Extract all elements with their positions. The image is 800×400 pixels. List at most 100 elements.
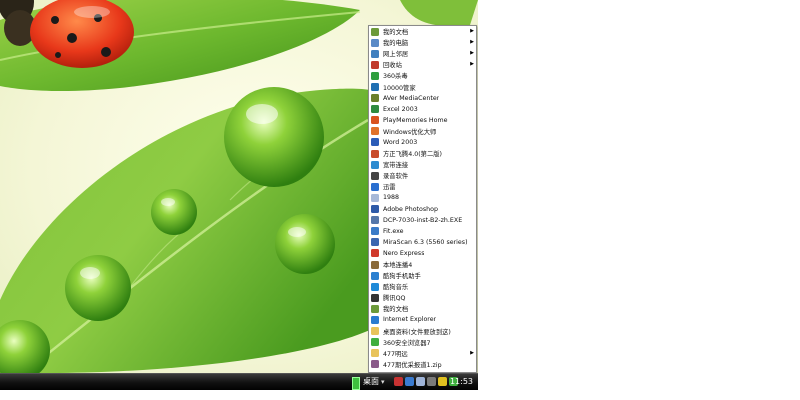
menu-item-label: 477期优采报道1.zip (383, 361, 442, 369)
menu-item-label: 477明远 (383, 350, 408, 358)
nero-icon (371, 249, 379, 258)
menu-item[interactable]: 方正飞腾4.0(第二版) (369, 148, 476, 159)
show-desktop-icon[interactable] (352, 377, 360, 390)
menu-item-label: Adobe Photoshop (383, 205, 439, 213)
start-programs-menu: 我的文档 ▶ 我的电脑 ▶ 网上邻居 ▶ 回收站 ▶ 360杀毒 10000管家 AVer Medi… (368, 25, 477, 373)
internet-explorer-icon (371, 315, 379, 324)
menu-item-label: 我的电脑 (383, 40, 409, 48)
menu-item-label: PlayMemories Home (383, 116, 448, 124)
photoshop-icon (371, 205, 379, 214)
menu-item[interactable]: Word 2003 (369, 137, 476, 148)
menu-item-label: AVer MediaCenter (383, 94, 440, 102)
menu-item[interactable]: 我的电脑 ▶ (369, 37, 476, 48)
tray-network-icon[interactable] (416, 377, 425, 386)
menu-item[interactable]: 10000管家 (369, 81, 476, 92)
zip-archive-icon (371, 360, 379, 369)
menu-item[interactable]: 桌面资料(文件要放到这) (369, 326, 476, 337)
menu-item[interactable]: AVer MediaCenter (369, 93, 476, 104)
menu-item[interactable]: 酷狗手机助手 (369, 270, 476, 281)
menu-item-label: MiraScan 6.3 (5560 series) (383, 238, 468, 246)
player-icon (371, 260, 379, 269)
desktop-screen: 我的文档 ▶ 我的电脑 ▶ 网上邻居 ▶ 回收站 ▶ 360杀毒 10000管家 AVer Medi… (0, 0, 478, 390)
menu-item[interactable]: 360杀毒 (369, 70, 476, 81)
network-places-icon (371, 49, 379, 58)
browser-360-icon (371, 338, 379, 347)
menu-item[interactable]: 录音软件 (369, 170, 476, 181)
housekeeper-icon (371, 83, 379, 92)
menu-item-label: 我的文档 (383, 306, 409, 314)
antivirus-shield-icon (371, 71, 379, 80)
tray-security-icon[interactable] (427, 377, 436, 386)
menu-item[interactable]: 477期优采报道1.zip (369, 359, 476, 370)
menu-item-label: 本地连播4 (383, 262, 413, 270)
menu-item[interactable]: Adobe Photoshop (369, 204, 476, 215)
toolbar-chevron-icon[interactable]: ▾ (381, 376, 385, 388)
menu-item[interactable]: 迅雷 (369, 181, 476, 192)
menu-item-label: 10000管家 (383, 84, 416, 92)
my-computer-icon (371, 38, 379, 47)
menu-item-label: 腾讯QQ (383, 295, 406, 303)
menu-item[interactable]: 腾讯QQ (369, 292, 476, 303)
tray-yellow-icon[interactable] (438, 377, 447, 386)
menu-item[interactable]: DCP-7030-inst-B2-zh.EXE (369, 215, 476, 226)
menu-item[interactable]: 本地连播4 (369, 259, 476, 270)
my-documents-icon (371, 27, 379, 36)
menu-item-label: 回收站 (383, 62, 402, 70)
founder-icon (371, 149, 379, 158)
media-center-icon (371, 94, 379, 103)
broadband-icon (371, 160, 379, 169)
excel-icon (371, 105, 379, 114)
menu-item[interactable]: 网上邻居 ▶ (369, 48, 476, 59)
menu-item-label: Word 2003 (383, 138, 418, 146)
menu-item[interactable]: Excel 2003 (369, 104, 476, 115)
menu-item[interactable]: 酷狗音乐 (369, 281, 476, 292)
menu-item-label: 360安全浏览器7 (383, 339, 431, 347)
tray-red-icon[interactable] (394, 377, 403, 386)
menu-item[interactable]: 1988 (369, 192, 476, 203)
menu-item[interactable]: Internet Explorer (369, 314, 476, 325)
fit-icon (371, 227, 379, 236)
menu-item[interactable]: 477明远 ▶ (369, 348, 476, 359)
menu-item-label: 方正飞腾4.0(第二版) (383, 151, 443, 159)
menu-item-label: 酷狗音乐 (383, 284, 409, 292)
menu-item-label: Internet Explorer (383, 316, 437, 324)
submenu-arrow-icon: ▶ (470, 61, 474, 68)
menu-item[interactable]: 我的文档 ▶ (369, 26, 476, 37)
menu-item-label: 宽带连接 (383, 162, 409, 170)
taskbar-clock[interactable]: 11:53 (450, 376, 473, 388)
menu-item-label: 桌面资料(文件要放到这) (383, 328, 451, 336)
installer-icon (371, 216, 379, 225)
desktop-toolbar-label[interactable]: 桌面 (363, 376, 379, 388)
menu-item[interactable]: 我的文档 (369, 303, 476, 314)
submenu-arrow-icon: ▶ (470, 28, 474, 34)
system-tray (394, 377, 458, 388)
menu-item-label: Windows优化大师 (383, 128, 437, 136)
menu-item[interactable]: 回收站 ▶ (369, 59, 476, 70)
menu-item[interactable]: Windows优化大师 (369, 126, 476, 137)
menu-item[interactable]: 360安全浏览器7 (369, 337, 476, 348)
submenu-arrow-icon: ▶ (470, 39, 474, 46)
menu-item-label: 1988 (383, 194, 400, 202)
menu-item[interactable]: 宽带连接 (369, 159, 476, 170)
optimizer-icon (371, 127, 379, 136)
menu-item[interactable]: PlayMemories Home (369, 115, 476, 126)
my-documents-icon (371, 304, 379, 313)
menu-item-label: 迅雷 (383, 184, 396, 192)
menu-item-label: 网上邻居 (383, 51, 409, 59)
menu-item-label: 360杀毒 (383, 73, 408, 81)
taskbar: 桌面 ▾ 11:53 (0, 373, 478, 390)
tray-blue-icon[interactable] (405, 377, 414, 386)
menu-item-label: DCP-7030-inst-B2-zh.EXE (383, 216, 463, 224)
menu-item-label: Fit.exe (383, 227, 404, 235)
menu-item[interactable]: MiraScan 6.3 (5560 series) (369, 237, 476, 248)
submenu-arrow-icon: ▶ (470, 349, 474, 356)
thunder-icon (371, 182, 379, 191)
menu-item[interactable]: Fit.exe (369, 226, 476, 237)
menu-item[interactable]: Nero Express (369, 248, 476, 259)
qq-icon (371, 293, 379, 302)
bulb-icon (371, 193, 379, 202)
menu-item-label: 录音软件 (383, 173, 409, 181)
playmemories-icon (371, 116, 379, 125)
word-icon (371, 138, 379, 147)
folder-icon (371, 349, 379, 358)
